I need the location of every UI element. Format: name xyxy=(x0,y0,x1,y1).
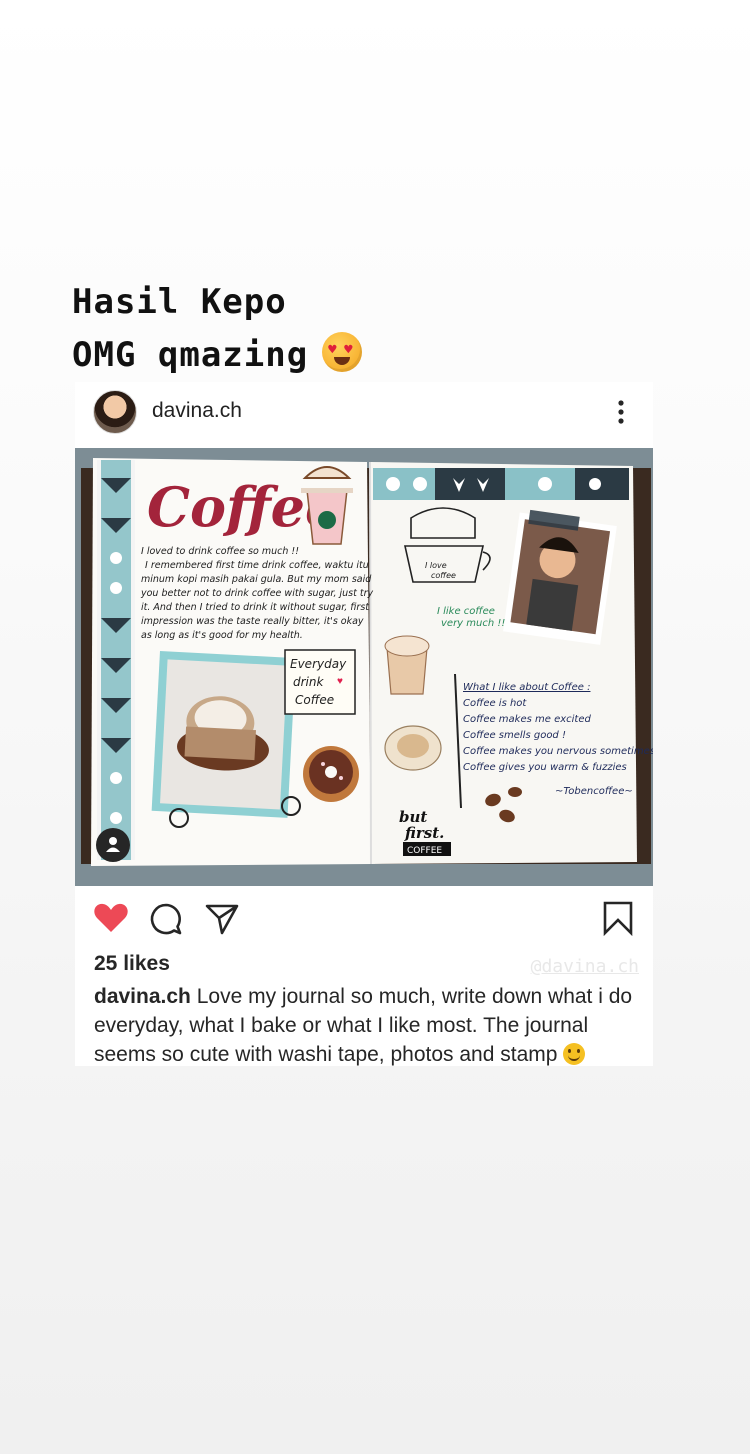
like-note: I like coffee xyxy=(437,606,495,617)
post-username[interactable]: davina.ch xyxy=(152,399,242,423)
like-note: very much !! xyxy=(441,618,505,629)
doodle-label: coffee xyxy=(431,571,456,580)
caption-username[interactable]: davina.ch xyxy=(94,985,191,1008)
signature: ~Tobencoffee~ xyxy=(555,786,633,797)
person-icon xyxy=(106,837,120,852)
watermark-text: @davina.ch xyxy=(530,956,639,977)
likes-title: What I like about Coffee : xyxy=(463,682,590,693)
heart-icon[interactable] xyxy=(93,902,129,934)
story-text-overlay: Hasil Kepo OMG qmazing ♥ ♥ xyxy=(72,276,363,382)
everyday-label: Everyday xyxy=(290,657,347,671)
story-line-2: OMG qmazing ♥ ♥ xyxy=(72,329,363,382)
post-caption: davina.ch Love my journal so much, write… xyxy=(94,982,642,1066)
likes-item: Coffee smells good ! xyxy=(463,730,566,741)
everyday-label: drink xyxy=(293,675,324,689)
intro-line: I remembered first time drink coffee, wa… xyxy=(145,560,369,571)
intro-line: I loved to drink coffee so much !! xyxy=(141,546,299,557)
instagram-post-card: davina.ch Coffee I loved to drink coffee… xyxy=(75,382,653,1066)
post-header: davina.ch xyxy=(75,382,653,448)
likes-item: Coffee makes you nervous sometimes xyxy=(463,746,653,757)
comment-icon[interactable] xyxy=(149,902,183,936)
smile-emoji-icon xyxy=(563,1043,586,1065)
avatar[interactable] xyxy=(93,390,137,434)
heart-eyes-emoji-icon: ♥ ♥ xyxy=(322,332,363,372)
story-line-1: Hasil Kepo xyxy=(72,282,287,322)
stamp-text: first. xyxy=(404,824,444,842)
likes-item: Coffee makes me excited xyxy=(463,714,591,725)
intro-line: you better not to drink coffee with suga… xyxy=(140,588,373,599)
intro-line: as long as it's good for my health. xyxy=(141,630,303,641)
more-options-icon[interactable] xyxy=(611,399,631,425)
bookmark-icon[interactable] xyxy=(602,900,634,936)
intro-line: it. And then I tried to drink it without… xyxy=(141,602,370,613)
share-icon[interactable] xyxy=(204,902,240,936)
intro-line: impression was the taste really bitter, … xyxy=(141,616,364,627)
story-line-2-text: OMG qmazing xyxy=(72,335,309,375)
doodle-label: I love xyxy=(425,561,447,570)
everyday-label: Coffee xyxy=(295,693,334,707)
post-actions xyxy=(75,886,653,950)
intro-line: minum kopi masih pakai gula. But my mom … xyxy=(141,574,372,585)
likes-count[interactable]: 25 likes xyxy=(94,952,170,976)
post-photo[interactable]: Coffee I loved to drink coffee so much !… xyxy=(75,448,653,886)
svg-text:♥: ♥ xyxy=(337,676,343,687)
journal-photo-illustration: Coffee I loved to drink coffee so much !… xyxy=(75,448,653,886)
tagged-people-button[interactable] xyxy=(96,828,130,862)
stamp-badge: COFFEE xyxy=(407,846,442,856)
likes-item: Coffee gives you warm & fuzzies xyxy=(463,762,627,773)
likes-item: Coffee is hot xyxy=(463,698,527,709)
